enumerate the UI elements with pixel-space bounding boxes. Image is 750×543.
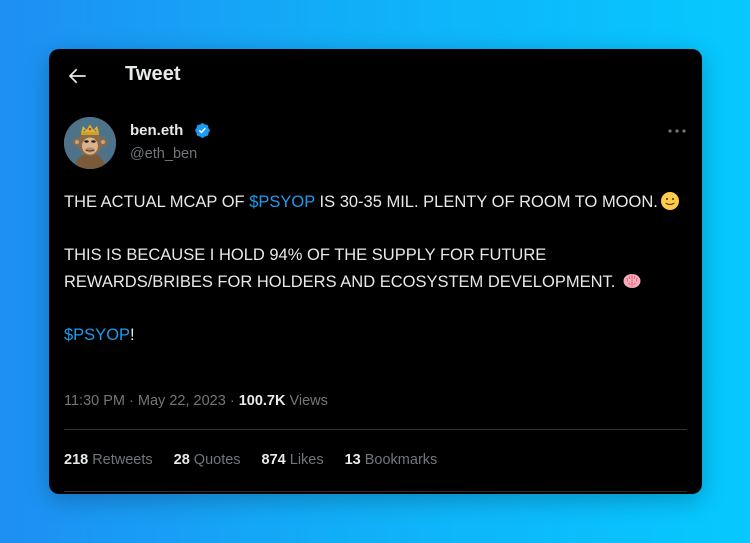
retweets-count: 218: [64, 452, 89, 468]
cashtag-link[interactable]: $PSYOP: [249, 193, 315, 211]
avatar[interactable]: [64, 117, 116, 169]
tweet-paragraph-1: THE ACTUAL MCAP OF $PSYOP IS 30-35 MIL. …: [64, 189, 684, 216]
tweet-time[interactable]: 11:30 PM: [64, 393, 125, 409]
meta-separator: ·: [129, 393, 134, 409]
retweets-label: Retweets: [92, 452, 153, 468]
bookmarks-stat[interactable]: 13 Bookmarks: [345, 452, 438, 468]
cashtag-link[interactable]: $PSYOP: [64, 326, 130, 344]
display-name[interactable]: ben.eth: [130, 122, 183, 139]
tweet-card: Tweet ben.eth @eth_ben THE ACTUAL MCAP O…: [49, 49, 702, 494]
bookmarks-count: 13: [344, 452, 361, 468]
top-bar: Tweet: [49, 49, 702, 103]
tweet-text-segment: !: [130, 325, 135, 344]
tweet-paragraph-3: $PSYOP!: [64, 322, 684, 349]
verified-badge-icon: [194, 122, 211, 139]
page-title: Tweet: [125, 63, 181, 85]
tweet-text: THE ACTUAL MCAP OF $PSYOP IS 30-35 MIL. …: [64, 189, 684, 348]
likes-count: 874: [261, 452, 286, 468]
quotes-stat[interactable]: 28 Quotes: [174, 452, 241, 468]
quotes-count: 28: [173, 452, 190, 468]
brain-emoji-icon: [622, 271, 642, 291]
quotes-label: Quotes: [193, 452, 241, 468]
tweet-text-segment: IS 30-35 MIL. PLENTY OF ROOM TO MOON.: [314, 193, 658, 211]
meta-separator: ·: [229, 393, 235, 409]
arrow-left-icon: [64, 63, 90, 89]
tweet-meta: 11:30 PM · May 22, 2023 · 100.7K Views: [64, 393, 328, 409]
more-dots-icon: [666, 125, 688, 137]
retweets-stat[interactable]: 218 Retweets: [64, 452, 153, 468]
divider: [64, 429, 687, 430]
slightly-smiling-face-emoji-icon: [660, 191, 680, 211]
tweet-text-segment: THIS IS BECAUSE I HOLD 94% OF THE SUPPLY…: [64, 246, 616, 291]
likes-stat[interactable]: 874 Likes: [262, 452, 324, 468]
user-handle[interactable]: @eth_ben: [130, 146, 197, 162]
back-button[interactable]: [64, 63, 90, 89]
views-count[interactable]: 100.7K: [239, 393, 286, 409]
bookmarks-label: Bookmarks: [364, 452, 438, 468]
likes-label: Likes: [289, 452, 324, 468]
bored-ape-avatar-icon: [64, 117, 116, 169]
tweet-text-segment: THE ACTUAL MCAP OF: [64, 193, 250, 211]
divider: [64, 491, 687, 492]
tweet-date[interactable]: May 22, 2023: [138, 393, 226, 409]
engagement-stats: 218 Retweets 28 Quotes 874 Likes 13 Bookmark…: [64, 452, 458, 468]
tweet-paragraph-2: THIS IS BECAUSE I HOLD 94% OF THE SUPPLY…: [64, 242, 684, 295]
views-label: Views: [289, 393, 328, 409]
more-options-button[interactable]: [666, 125, 688, 137]
